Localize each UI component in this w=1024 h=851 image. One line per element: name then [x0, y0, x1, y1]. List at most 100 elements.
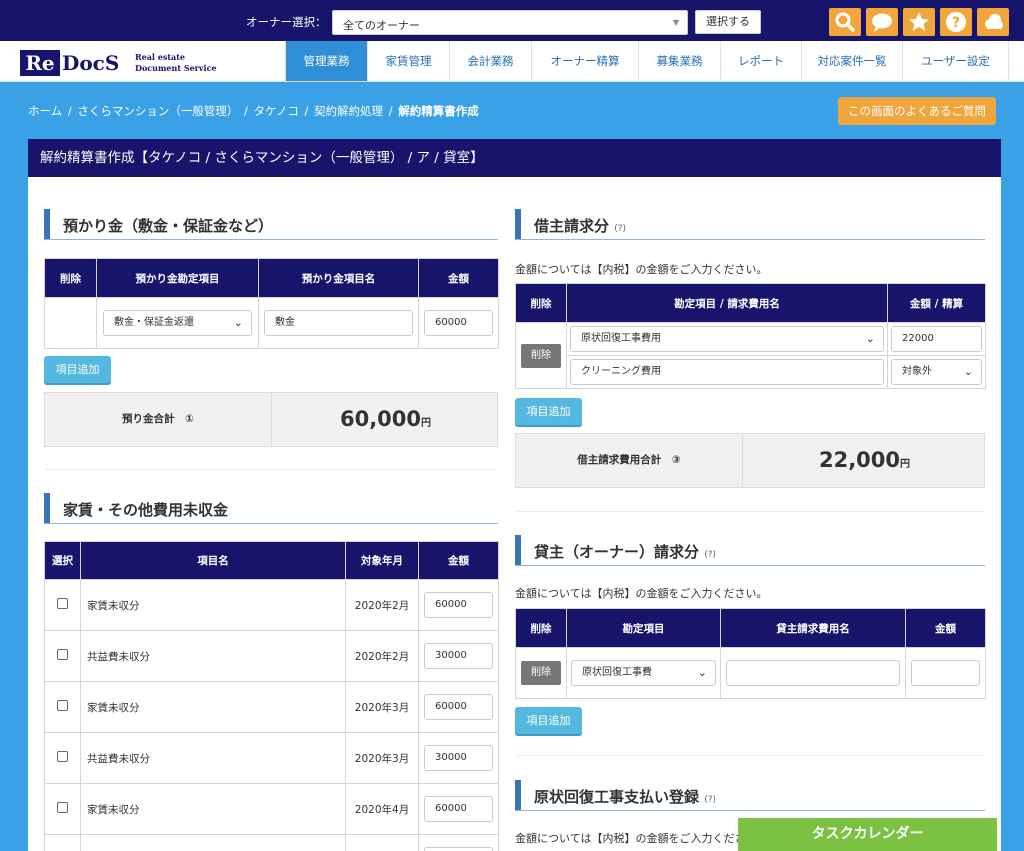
star-icon[interactable] — [903, 8, 935, 36]
item-name: 家賃未収分 — [80, 681, 346, 733]
col-amount: 金額 — [418, 258, 499, 298]
table-row: 共益費未収分 2020年3月 30000 — [44, 732, 499, 784]
nav-report[interactable]: レポート — [720, 41, 801, 81]
nav-recruitment[interactable]: 募集業務 — [638, 41, 720, 81]
task-calendar-button[interactable]: タスクカレンダー — [738, 818, 997, 851]
table-row — [44, 834, 499, 851]
tenant-claim-total-label: 借主請求費用合計 ③ — [516, 434, 743, 487]
chat-icon[interactable] — [866, 8, 898, 36]
help-link[interactable]: (?) — [704, 550, 716, 560]
select-cell — [44, 834, 81, 851]
select-cell — [44, 630, 81, 682]
table-row: 家賃未収分 2020年2月 60000 — [44, 579, 499, 631]
account-cell: 原状回復工事費 ⌄ — [566, 647, 721, 699]
breadcrumb-home[interactable]: ホーム — [28, 104, 62, 118]
amount-cell: 60000 — [418, 579, 499, 631]
nav-cases[interactable]: 対応案件一覧 — [801, 41, 902, 81]
top-bar: オーナー選択： 全てのオーナー ▼ 選択する ? — [0, 0, 1024, 41]
col-delete: 削除 — [44, 258, 97, 298]
row-checkbox[interactable] — [57, 700, 68, 711]
breadcrumb-sep: / — [244, 104, 248, 118]
owner-claim-section-title: 貸主（オーナー）請求分 (?) — [515, 535, 985, 566]
breadcrumb-current: 解約精算書作成 — [398, 104, 479, 118]
row-checkbox[interactable] — [57, 598, 68, 609]
tenant-settle-select[interactable]: 対象外 ⌄ — [891, 359, 982, 385]
select-cell — [44, 783, 81, 835]
search-icon[interactable] — [829, 8, 861, 36]
redocs-logo[interactable]: Re DocS Real estate Document Service — [20, 50, 220, 76]
breadcrumb-property[interactable]: さくらマンション（一般管理） — [77, 104, 238, 118]
col-account-cost: 勘定項目 / 請求費用名 — [566, 283, 888, 323]
deposit-total: 預り金合計 ① 60,000円 — [44, 392, 498, 447]
nav-management[interactable]: 管理業務 — [285, 41, 367, 81]
tenant-account-select[interactable]: 原状回復工事費用 ⌄ — [570, 326, 884, 352]
cloud-icon[interactable] — [977, 8, 1009, 36]
breadcrumb-tenant[interactable]: タケノコ — [254, 104, 299, 118]
yen-unit: 円 — [421, 418, 432, 429]
deposit-name-input[interactable]: 敷金 — [264, 310, 413, 336]
tenant-claim-table: 削除 勘定項目 / 請求費用名 金額 / 精算 削除 原状回復工事費用 ⌄ 220… — [515, 283, 986, 389]
tenant-claim-add-button[interactable]: 項目追加 — [515, 398, 582, 425]
restoration-title-text: 原状回復工事支払い登録 — [534, 788, 700, 806]
breadcrumb-contract[interactable]: 契約解約処理 — [314, 104, 383, 118]
arrears-amount-input[interactable]: 60000 — [424, 694, 493, 720]
col-amount: 金額 — [418, 541, 499, 580]
help-link[interactable]: (?) — [704, 795, 716, 805]
nav-rent[interactable]: 家賃管理 — [367, 41, 449, 81]
select-cell — [44, 732, 81, 784]
delete-cell — [44, 297, 97, 349]
title-bar — [44, 493, 50, 523]
breadcrumb: ホーム / さくらマンション（一般管理） / タケノコ / 契約解約処理 / 解… — [28, 103, 481, 119]
tenant-claim-delete-button[interactable]: 削除 — [521, 343, 561, 368]
target-month: 2020年3月 — [345, 681, 419, 733]
col-deposit-account: 預かり金勘定項目 — [96, 258, 259, 298]
nav-accounting[interactable]: 会計業務 — [449, 41, 531, 81]
item-name — [80, 834, 346, 851]
arrears-amount-input[interactable]: 30000 — [424, 643, 493, 669]
nav-owner-settlement[interactable]: オーナー精算 — [531, 41, 638, 81]
account-cell: 原状回復工事費用 ⌄ — [566, 322, 888, 356]
item-name: 家賃未収分 — [80, 579, 346, 631]
deposit-total-label: 預り金合計 ① — [45, 393, 272, 446]
tenant-amount-input[interactable]: 22000 — [891, 326, 982, 352]
owner-cost-name-input[interactable] — [726, 660, 900, 686]
col-delete: 削除 — [515, 608, 567, 648]
logo-subtitle-2: Document Service — [135, 63, 217, 73]
tenant-cost-name-input[interactable]: クリーニング費用 — [570, 359, 884, 385]
owner-claim-note: 金額については【内税】の金額をご入力ください。 — [515, 587, 768, 600]
owner-claim-delete-button[interactable]: 削除 — [521, 661, 561, 685]
select-cell — [44, 681, 81, 733]
arrears-amount-input[interactable]: 60000 — [424, 796, 493, 822]
row-checkbox[interactable] — [57, 751, 68, 762]
owner-account-select[interactable]: 原状回復工事費 ⌄ — [571, 660, 716, 686]
deposit-account-select[interactable]: 敷金・保証金返還 ⌄ — [103, 310, 252, 336]
col-select: 選択 — [44, 541, 81, 580]
account-cell: 敷金・保証金返還 ⌄ — [96, 297, 259, 349]
arrears-amount-input[interactable]: 60000 — [424, 592, 493, 618]
page-title: 解約精算書作成【タケノコ / さくらマンション（一般管理） / ア / 貸室】 — [28, 139, 1001, 177]
name-cell: 敷金 — [258, 297, 419, 349]
select-owner-button[interactable]: 選択する — [695, 10, 761, 34]
row-checkbox[interactable] — [57, 649, 68, 660]
owner-claim-add-button[interactable]: 項目追加 — [515, 707, 582, 734]
item-name: 家賃未収分 — [80, 783, 346, 835]
nav-user-settings[interactable]: ユーザー設定 — [902, 41, 1009, 81]
help-icon[interactable]: ? — [940, 8, 972, 36]
help-link[interactable]: (?) — [614, 224, 626, 234]
table-row: 削除 原状回復工事費用 ⌄ 22000 — [515, 322, 986, 389]
deposit-amount-input[interactable]: 60000 — [424, 310, 493, 336]
faq-button[interactable]: この画面のよくあるご質問 — [838, 97, 996, 125]
owner-select[interactable]: 全てのオーナー ▼ — [332, 10, 688, 35]
arrears-amount-input[interactable] — [424, 847, 493, 851]
owner-amount-input[interactable] — [911, 660, 980, 686]
item-name: 共益費未収分 — [80, 630, 346, 682]
caret-down-icon: ▼ — [672, 18, 679, 27]
table-row: 共益費未収分 2020年2月 30000 — [44, 630, 499, 682]
arrears-table: 選択 項目名 対象年月 金額 家賃未収分 2020年2月 60000 共益費未収… — [44, 541, 499, 851]
target-month: 2020年2月 — [345, 630, 419, 682]
arrears-amount-input[interactable]: 30000 — [424, 745, 493, 771]
row-checkbox[interactable] — [57, 802, 68, 813]
deposit-add-button[interactable]: 項目追加 — [44, 356, 111, 383]
tenant-claim-note: 金額については【内税】の金額をご入力ください。 — [515, 263, 768, 276]
tenant-account-value: 原状回復工事費用 — [581, 333, 661, 344]
